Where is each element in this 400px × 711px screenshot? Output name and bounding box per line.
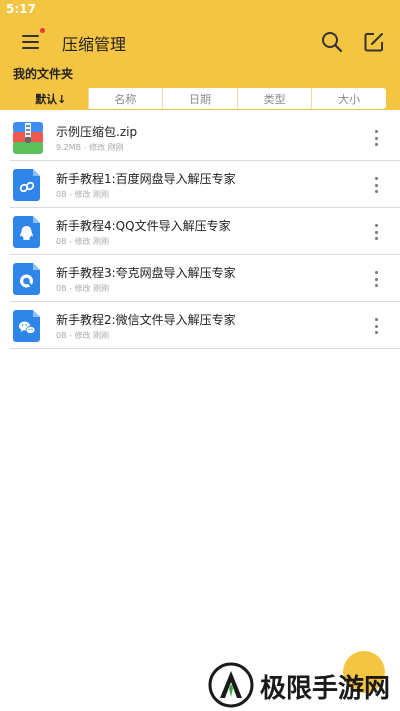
more-options-button[interactable] [372, 177, 380, 193]
app-header: 5:17 压缩管理 我的文件夹 默认↓ 名称 日期 类型 大小 [0, 0, 400, 110]
search-icon [322, 32, 343, 53]
list-item[interactable]: 新手教程3:夸克网盘导入解压专家 0B - 修改 刚刚 [10, 255, 400, 302]
menu-button[interactable] [14, 28, 46, 56]
more-vert-icon [374, 136, 378, 140]
menu-icon-bar [22, 41, 39, 43]
file-meta: 0B - 修改 刚刚 [56, 190, 110, 199]
file-meta: 0B - 修改 刚刚 [56, 284, 110, 293]
wechat-doc-icon [13, 310, 40, 342]
menu-icon [22, 35, 39, 37]
file-list: 示例压缩包.zip 9.2MB - 修改 刚刚 新手教程1:百度网盘导入解压专家… [0, 114, 400, 349]
watermark: 极限手游网 [208, 662, 398, 708]
more-vert-icon [374, 224, 378, 227]
status-time: 5:17 [6, 2, 36, 16]
page-title: 压缩管理 [62, 35, 127, 54]
more-vert-icon [374, 190, 378, 193]
sort-tab-type[interactable]: 类型 [238, 88, 313, 109]
more-vert-icon [374, 130, 378, 133]
notification-dot [40, 28, 45, 33]
zip-archive-icon [13, 122, 43, 154]
sort-tabs: 默认↓ 名称 日期 类型 大小 [13, 87, 387, 110]
more-vert-icon [374, 271, 378, 274]
search-button[interactable] [318, 28, 346, 56]
list-item[interactable]: 新手教程2:微信文件导入解压专家 0B - 修改 刚刚 [10, 302, 400, 349]
qq-doc-icon [13, 216, 40, 248]
sort-tab-default[interactable]: 默认↓ [14, 88, 89, 109]
file-name: 新手教程4:QQ文件导入解压专家 [56, 219, 231, 233]
more-vert-icon [374, 230, 378, 234]
more-vert-icon [374, 318, 378, 321]
file-name: 新手教程2:微信文件导入解压专家 [56, 313, 236, 327]
file-meta: 9.2MB - 修改 刚刚 [56, 143, 124, 152]
file-name: 新手教程1:百度网盘导入解压专家 [56, 172, 236, 186]
file-meta: 0B - 修改 刚刚 [56, 237, 110, 246]
more-vert-icon [374, 143, 378, 146]
watermark-text: 极限手游网 [260, 674, 391, 704]
more-vert-icon [374, 277, 378, 281]
more-options-button[interactable] [372, 318, 380, 334]
more-vert-icon [374, 177, 378, 180]
quark-doc-icon [13, 263, 40, 295]
sort-tab-name[interactable]: 名称 [89, 88, 164, 109]
list-item[interactable]: 新手教程1:百度网盘导入解压专家 0B - 修改 刚刚 [10, 161, 400, 208]
list-item[interactable]: 示例压缩包.zip 9.2MB - 修改 刚刚 [10, 114, 400, 161]
menu-icon-bar [22, 47, 39, 49]
file-name: 新手教程3:夸克网盘导入解压专家 [56, 266, 236, 280]
more-vert-icon [374, 331, 378, 334]
folder-section-label: 我的文件夹 [13, 67, 74, 81]
more-options-button[interactable] [372, 271, 380, 287]
watermark-logo-icon [208, 662, 254, 708]
file-meta: 0B - 修改 刚刚 [56, 331, 110, 340]
file-name: 示例压缩包.zip [56, 125, 138, 139]
more-vert-icon [374, 284, 378, 287]
more-options-button[interactable] [372, 224, 380, 240]
more-vert-icon [374, 237, 378, 240]
edit-button[interactable] [360, 28, 388, 56]
toolbar: 压缩管理 [0, 22, 400, 62]
sort-tab-size[interactable]: 大小 [312, 88, 386, 109]
edit-icon [364, 33, 383, 52]
more-vert-icon [374, 183, 378, 187]
more-options-button[interactable] [372, 130, 380, 146]
status-bar: 5:17 [0, 0, 400, 22]
list-item[interactable]: 新手教程4:QQ文件导入解压专家 0B - 修改 刚刚 [10, 208, 400, 255]
more-vert-icon [374, 324, 378, 328]
cloud-drive-doc-icon [13, 169, 40, 201]
sort-tab-date[interactable]: 日期 [163, 88, 238, 109]
